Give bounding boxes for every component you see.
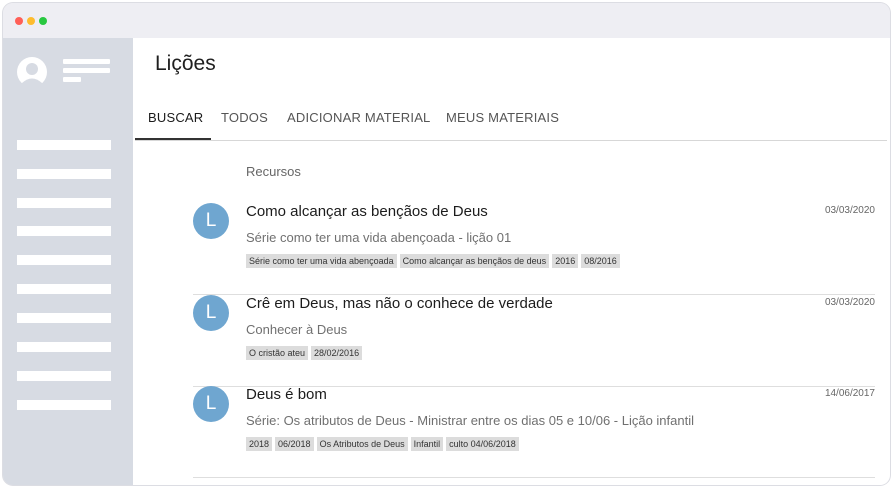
profile-name-placeholder bbox=[63, 59, 110, 64]
tag[interactable]: 08/2016 bbox=[581, 254, 620, 268]
tab-bar: BUSCAR TODOS ADICIONAR MATERIAL MEUS MAT… bbox=[135, 96, 887, 141]
lesson-avatar-icon: L bbox=[193, 295, 229, 331]
item-date: 14/06/2017 bbox=[824, 388, 875, 399]
app-window: Lições BUSCAR TODOS ADICIONAR MATERIAL M… bbox=[3, 3, 890, 485]
sidebar bbox=[3, 38, 133, 485]
item-subtitle: Série: Os atributos de Deus - Ministrar … bbox=[246, 413, 694, 428]
item-date: 03/03/2020 bbox=[824, 297, 875, 308]
tag[interactable]: culto 04/06/2018 bbox=[446, 437, 519, 451]
lesson-avatar-icon: L bbox=[193, 386, 229, 422]
tab-adicionar-material[interactable]: ADICIONAR MATERIAL bbox=[287, 110, 431, 125]
tag[interactable]: Como alcançar as bençãos de deus bbox=[399, 254, 550, 268]
maximize-window-button[interactable] bbox=[39, 17, 47, 25]
profile-extra-placeholder bbox=[63, 77, 81, 82]
item-title[interactable]: Crê em Deus, mas não o conhece de verdad… bbox=[246, 295, 553, 312]
profile-role-placeholder bbox=[63, 68, 110, 73]
sidebar-item-6[interactable] bbox=[17, 284, 111, 294]
tab-todos[interactable]: TODOS bbox=[221, 110, 268, 125]
sidebar-item-8[interactable] bbox=[17, 342, 111, 352]
list-item[interactable]: L Deus é bom Série: Os atributos de Deus… bbox=[193, 386, 875, 478]
minimize-window-button[interactable] bbox=[27, 17, 35, 25]
item-title[interactable]: Deus é bom bbox=[246, 386, 327, 403]
item-date: 03/03/2020 bbox=[824, 205, 875, 216]
lesson-avatar-icon: L bbox=[193, 203, 229, 239]
sidebar-item-3[interactable] bbox=[17, 198, 111, 208]
tab-meus-materiais[interactable]: MEUS MATERIAIS bbox=[446, 110, 559, 125]
page-title: Lições bbox=[155, 52, 216, 75]
sidebar-item-7[interactable] bbox=[17, 313, 111, 323]
user-avatar-icon[interactable] bbox=[17, 56, 47, 90]
close-window-button[interactable] bbox=[15, 17, 23, 25]
item-subtitle: Série como ter uma vida abençoada - liçã… bbox=[246, 230, 512, 245]
title-bar bbox=[3, 3, 890, 38]
tag[interactable]: Os Atributos de Deus bbox=[316, 437, 408, 451]
tag[interactable]: 2016 bbox=[552, 254, 579, 268]
tab-buscar[interactable]: BUSCAR bbox=[148, 110, 203, 125]
sidebar-item-10[interactable] bbox=[17, 400, 111, 410]
sidebar-item-2[interactable] bbox=[17, 169, 111, 179]
sidebar-item-5[interactable] bbox=[17, 255, 111, 265]
section-label: Recursos bbox=[246, 164, 301, 179]
tag[interactable]: O cristão ateu bbox=[246, 346, 309, 360]
tag-list: O cristão ateu 28/02/2016 bbox=[246, 346, 363, 360]
sidebar-item-1[interactable] bbox=[17, 140, 111, 150]
tag[interactable]: Série como ter uma vida abençoada bbox=[246, 254, 397, 268]
tag[interactable]: 2018 bbox=[246, 437, 273, 451]
tag[interactable]: 06/2018 bbox=[275, 437, 314, 451]
item-subtitle: Conhecer à Deus bbox=[246, 322, 348, 337]
active-tab-indicator bbox=[135, 138, 211, 140]
tag[interactable]: 28/02/2016 bbox=[311, 346, 363, 360]
tag[interactable]: Infantil bbox=[410, 437, 444, 451]
main-content: Lições BUSCAR TODOS ADICIONAR MATERIAL M… bbox=[133, 38, 890, 485]
list-item[interactable]: L Crê em Deus, mas não o conhece de verd… bbox=[193, 295, 875, 387]
tag-list: Série como ter uma vida abençoada Como a… bbox=[246, 254, 620, 268]
sidebar-item-9[interactable] bbox=[17, 371, 111, 381]
sidebar-item-4[interactable] bbox=[17, 226, 111, 236]
item-title[interactable]: Como alcançar as bençãos de Deus bbox=[246, 203, 488, 220]
list-item[interactable]: L Como alcançar as bençãos de Deus Série… bbox=[193, 203, 875, 295]
tag-list: 2018 06/2018 Os Atributos de Deus Infant… bbox=[246, 437, 519, 451]
